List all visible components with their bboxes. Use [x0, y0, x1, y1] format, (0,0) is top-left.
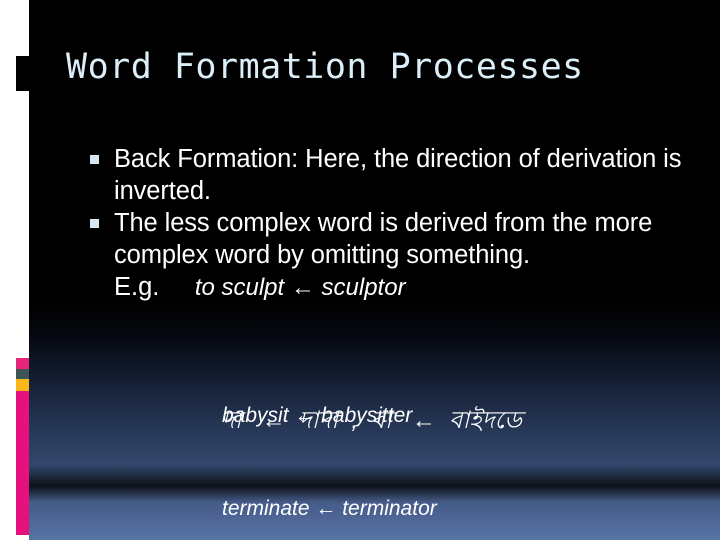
eg-spacer	[159, 273, 194, 301]
black-block-decoration	[16, 56, 29, 91]
bengali-example-line: দা ← দাদা , বা ← বাইদডে	[222, 407, 522, 434]
example-terminate: terminate ← terminator	[222, 497, 437, 520]
decor-bar-orange	[16, 379, 29, 391]
decor-bar-teal	[16, 369, 29, 379]
left-white-margin	[0, 0, 16, 540]
example-intro-line: E.g. to sculpt ← sculptor	[88, 271, 688, 304]
eg-example-sculpt: to sculpt ← sculptor	[194, 274, 406, 301]
slide-body: Back Formation: Here, the direction of d…	[88, 143, 688, 304]
bullet-item-back-formation: Back Formation: Here, the direction of d…	[88, 143, 688, 207]
derivation-example-list: babysit ← babysitter terminate ← termina…	[222, 338, 437, 540]
bullet-item-less-complex: The less complex word is derived from th…	[88, 207, 688, 271]
square-bullet-icon	[90, 155, 99, 164]
bullet-item-label: Back Formation: Here, the direction of d…	[114, 145, 682, 205]
decor-bar-pink-cap	[16, 358, 29, 369]
square-bullet-icon	[90, 219, 99, 228]
decor-bar-pink-long	[16, 391, 29, 535]
slide: Word Formation Processes Back Formation:…	[0, 0, 720, 540]
eg-label: E.g.	[114, 273, 160, 301]
bullet-item-label: The less complex word is derived from th…	[114, 209, 653, 269]
page-title: Word Formation Processes	[66, 47, 584, 87]
